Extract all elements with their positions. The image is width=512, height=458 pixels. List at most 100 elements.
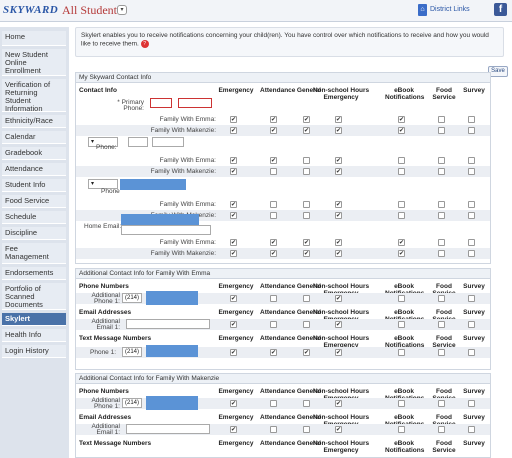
notification-checkbox[interactable]	[468, 116, 475, 123]
notification-checkbox[interactable]: ✔	[335, 321, 342, 328]
sidebar-item-home[interactable]: Home	[2, 31, 66, 46]
notification-checkbox[interactable]	[468, 201, 475, 208]
sidebar-item-food-service[interactable]: Food Service	[2, 195, 66, 208]
notification-checkbox[interactable]: ✔	[335, 239, 342, 246]
sidebar-item-endorsements[interactable]: Endorsements	[2, 267, 66, 280]
primary-phone-area-input[interactable]	[150, 98, 172, 108]
notification-checkbox[interactable]: ✔	[398, 239, 405, 246]
notification-checkbox[interactable]	[468, 400, 475, 407]
notification-checkbox[interactable]	[270, 321, 277, 328]
notification-checkbox[interactable]: ✔	[335, 127, 342, 134]
notification-checkbox[interactable]: ✔	[398, 116, 405, 123]
additional-phone-area[interactable]: (214)	[122, 293, 142, 303]
notification-checkbox[interactable]	[398, 295, 405, 302]
notification-checkbox[interactable]: ✔	[270, 349, 277, 356]
notification-checkbox[interactable]	[438, 201, 445, 208]
notification-checkbox[interactable]: ✔	[303, 116, 310, 123]
notification-checkbox[interactable]	[438, 127, 445, 134]
notification-checkbox[interactable]	[303, 157, 310, 164]
save-button[interactable]: Save	[488, 66, 508, 77]
notification-checkbox[interactable]	[468, 168, 475, 175]
notification-checkbox[interactable]	[438, 239, 445, 246]
notification-checkbox[interactable]: ✔	[230, 250, 237, 257]
notification-checkbox[interactable]: ✔	[335, 349, 342, 356]
district-links-link[interactable]: District Links	[430, 6, 470, 13]
sidebar-item-verification-of-returning-student-information[interactable]: Verification of Returning Student Inform…	[2, 79, 66, 113]
notification-checkbox[interactable]	[438, 168, 445, 175]
notification-checkbox[interactable]: ✔	[398, 127, 405, 134]
notification-checkbox[interactable]: ✔	[398, 250, 405, 257]
notification-checkbox[interactable]	[438, 400, 445, 407]
notification-checkbox[interactable]	[270, 168, 277, 175]
sidebar-item-gradebook[interactable]: Gradebook	[2, 147, 66, 160]
notification-checkbox[interactable]	[270, 426, 277, 433]
notification-checkbox[interactable]	[398, 321, 405, 328]
home-email-input[interactable]	[121, 225, 211, 235]
notification-checkbox[interactable]	[398, 400, 405, 407]
phone1-area[interactable]: (214)	[122, 347, 142, 357]
notification-checkbox[interactable]: ✔	[230, 321, 237, 328]
district-icon[interactable]: ⌂	[418, 4, 427, 16]
notification-checkbox[interactable]	[398, 201, 405, 208]
notification-checkbox[interactable]	[303, 321, 310, 328]
notification-checkbox[interactable]: ✔	[270, 157, 277, 164]
notification-checkbox[interactable]: ✔	[335, 426, 342, 433]
sidebar-item-schedule[interactable]: Schedule	[2, 211, 66, 224]
notification-checkbox[interactable]: ✔	[335, 168, 342, 175]
notification-checkbox[interactable]	[438, 116, 445, 123]
notification-checkbox[interactable]	[468, 157, 475, 164]
notification-checkbox[interactable]	[438, 295, 445, 302]
notification-checkbox[interactable]: ✔	[270, 250, 277, 257]
notification-checkbox[interactable]: ✔	[230, 168, 237, 175]
sidebar-item-health-info[interactable]: Health Info	[2, 329, 66, 342]
notification-checkbox[interactable]: ✔	[303, 239, 310, 246]
notification-checkbox[interactable]: ✔	[335, 295, 342, 302]
notification-checkbox[interactable]	[303, 426, 310, 433]
notification-checkbox[interactable]	[438, 426, 445, 433]
student-dropdown-icon[interactable]: ▾	[117, 5, 127, 15]
notification-checkbox[interactable]: ✔	[303, 349, 310, 356]
sidebar-item-calendar[interactable]: Calendar	[2, 131, 66, 144]
notification-checkbox[interactable]: ✔	[230, 295, 237, 302]
facebook-icon[interactable]: f	[494, 3, 507, 16]
notification-checkbox[interactable]: ✔	[230, 116, 237, 123]
notification-checkbox[interactable]: ✔	[335, 157, 342, 164]
notification-checkbox[interactable]	[468, 321, 475, 328]
sidebar-item-discipline[interactable]: Discipline	[2, 227, 66, 240]
notification-checkbox[interactable]	[468, 426, 475, 433]
sidebar-item-login-history[interactable]: Login History	[2, 345, 66, 358]
notification-checkbox[interactable]	[438, 212, 445, 219]
notification-checkbox[interactable]: ✔	[230, 127, 237, 134]
sidebar-item-attendance[interactable]: Attendance	[2, 163, 66, 176]
notification-checkbox[interactable]	[468, 239, 475, 246]
notification-checkbox[interactable]	[270, 400, 277, 407]
notification-checkbox[interactable]	[438, 250, 445, 257]
phone-input[interactable]	[152, 137, 184, 147]
notification-checkbox[interactable]: ✔	[230, 157, 237, 164]
notification-checkbox[interactable]	[438, 349, 445, 356]
notification-checkbox[interactable]	[398, 212, 405, 219]
help-icon[interactable]: ?	[140, 40, 149, 48]
sidebar-item-portfolio-of-scanned-documents[interactable]: Portfolio of Scanned Documents	[2, 283, 66, 310]
notification-checkbox[interactable]: ✔	[270, 127, 277, 134]
notification-checkbox[interactable]: ✔	[230, 426, 237, 433]
notification-checkbox[interactable]	[468, 295, 475, 302]
notification-checkbox[interactable]: ✔	[335, 116, 342, 123]
notification-checkbox[interactable]: ✔	[335, 212, 342, 219]
phone-area-input[interactable]	[128, 137, 148, 147]
sidebar-item-new-student-online-enrollment[interactable]: New Student Online Enrollment	[2, 49, 66, 76]
notification-checkbox[interactable]: ✔	[230, 349, 237, 356]
notification-checkbox[interactable]: ✔	[303, 250, 310, 257]
notification-checkbox[interactable]: ✔	[303, 127, 310, 134]
notification-checkbox[interactable]: ✔	[230, 212, 237, 219]
notification-checkbox[interactable]	[303, 295, 310, 302]
notification-checkbox[interactable]	[468, 250, 475, 257]
notification-checkbox[interactable]	[398, 157, 405, 164]
notification-checkbox[interactable]: ✔	[335, 400, 342, 407]
notification-checkbox[interactable]	[303, 201, 310, 208]
notification-checkbox[interactable]: ✔	[230, 239, 237, 246]
notification-checkbox[interactable]	[398, 426, 405, 433]
notification-checkbox[interactable]: ✔	[335, 201, 342, 208]
sidebar-item-skylert[interactable]: Skylert	[2, 313, 66, 326]
notification-checkbox[interactable]	[270, 295, 277, 302]
